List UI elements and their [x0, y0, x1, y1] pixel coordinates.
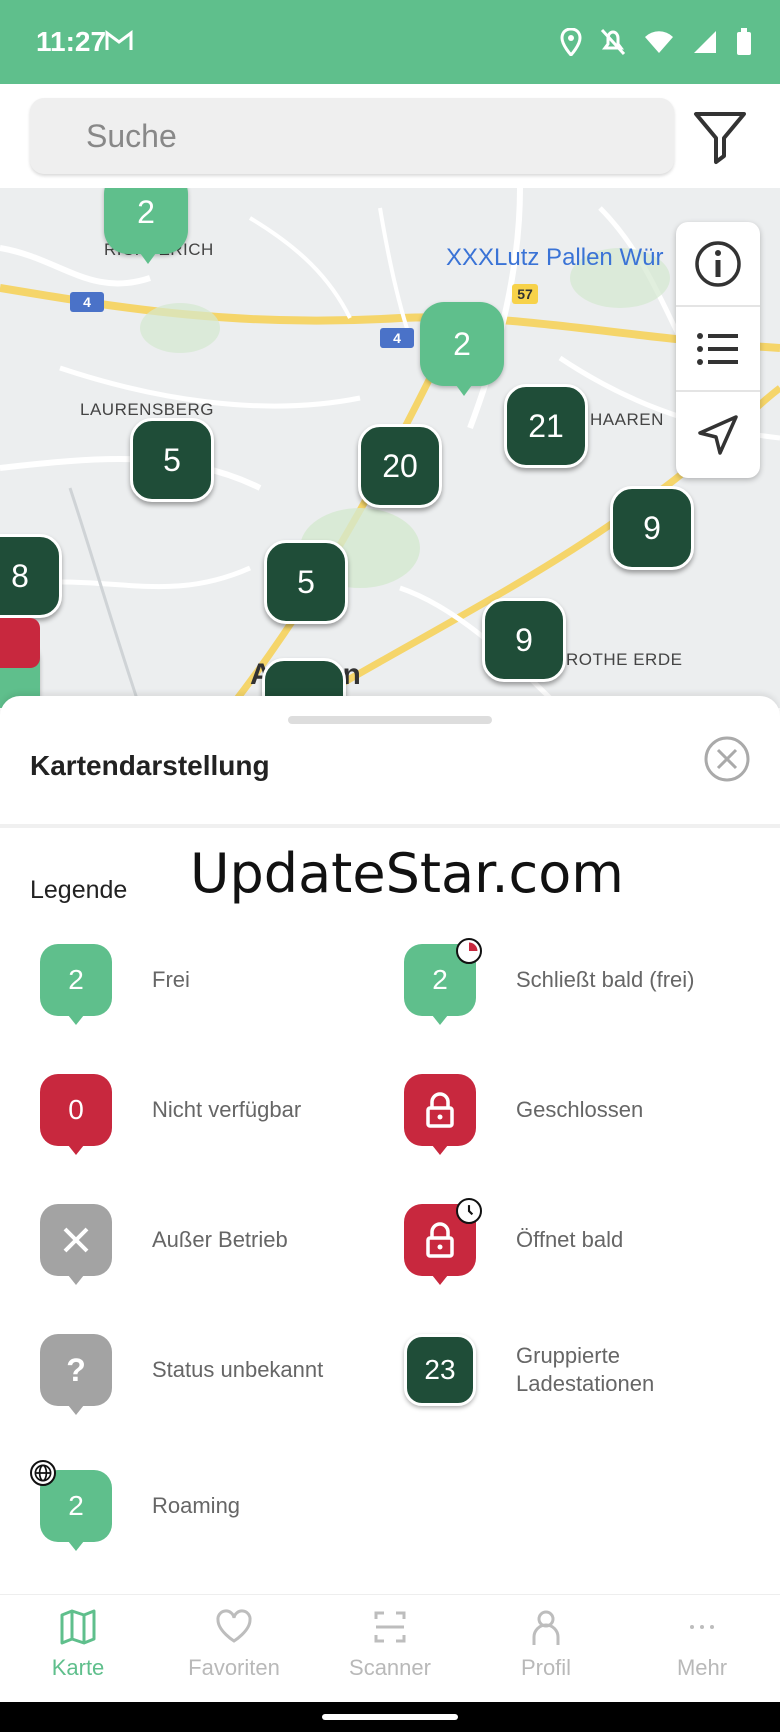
legend-item-grouped: 23 Gruppierte Ladestationen	[394, 1334, 754, 1434]
legend-item-frei: 2 Frei	[30, 944, 390, 1044]
status-bar: 11:27	[0, 0, 780, 84]
legend-marker-cluster: 23	[404, 1334, 476, 1406]
info-button[interactable]	[676, 222, 760, 307]
legend-label: Schließt bald (frei)	[516, 967, 695, 992]
nav-favoriten[interactable]: Favoriten	[156, 1607, 312, 1697]
nav-label: Mehr	[676, 1655, 728, 1680]
map-cluster[interactable]: 5	[130, 418, 214, 502]
nav-mehr[interactable]: Mehr	[624, 1607, 780, 1697]
legend-label: Gruppierte Ladestationen	[516, 1343, 655, 1396]
map-pin-free[interactable]: 2	[104, 188, 188, 264]
nav-karte[interactable]: Karte	[0, 1607, 156, 1697]
location-icon	[560, 28, 582, 56]
legend-item-out-of-service: Außer Betrieb	[30, 1204, 390, 1304]
navigation-arrow-icon	[698, 414, 738, 455]
map-label-rothe-erde: ROTHE ERDE	[566, 650, 683, 669]
nav-label: Profil	[520, 1655, 572, 1680]
map-cluster[interactable]: 20	[358, 424, 442, 508]
gmail-icon	[105, 30, 133, 50]
nav-profil[interactable]: Profil	[468, 1607, 624, 1697]
legend-item-closes-soon: 2 Schließt bald (frei)	[394, 938, 754, 1044]
clock-badge-icon	[456, 1198, 482, 1224]
search-input[interactable]	[30, 98, 674, 174]
scanner-icon	[374, 1611, 406, 1643]
legend-title: Legende	[30, 876, 128, 904]
more-icon	[690, 1625, 714, 1629]
heart-icon	[216, 1609, 252, 1643]
wifi-icon	[645, 31, 673, 53]
route-sign: 4	[380, 328, 414, 348]
route-sign: 57	[512, 284, 538, 304]
legend-marker-out-of-service	[40, 1204, 112, 1285]
legend-marker-unknown: ?	[40, 1334, 112, 1415]
legend-label: Roaming	[152, 1493, 241, 1518]
legend-marker-free: 2	[40, 944, 112, 1025]
legend-label: Geschlossen	[516, 1097, 644, 1122]
profile-icon	[532, 1610, 560, 1645]
map-display-sheet: Kartendarstellung UpdateStar.com Legende…	[0, 696, 780, 1596]
map-label-haaren: HAAREN	[590, 410, 664, 429]
watermark: UpdateStar.com	[190, 842, 624, 905]
sheet-drag-handle[interactable]	[288, 716, 492, 724]
status-icons	[560, 28, 752, 56]
filter-icon[interactable]	[690, 106, 750, 166]
legend-label: Öffnet bald	[516, 1227, 624, 1252]
map-cluster[interactable]: 9	[610, 486, 694, 570]
nav-scanner[interactable]: Scanner	[312, 1607, 468, 1697]
map-cluster[interactable]: 21	[504, 384, 588, 468]
battery-icon	[737, 28, 751, 55]
nav-label: Karte	[51, 1655, 105, 1680]
map-label-laurensberg: LAURENSBERG	[80, 400, 214, 419]
legend-item-closed: Geschlossen	[394, 1074, 754, 1174]
signal-icon	[694, 31, 716, 53]
map-controls	[676, 222, 760, 478]
map-cluster[interactable]: 8	[0, 534, 62, 618]
legend-marker-unavailable: 0	[40, 1074, 112, 1155]
legend-label: Nicht verfügbar	[152, 1097, 302, 1122]
close-icon[interactable]	[702, 734, 752, 784]
map-pin-unavailable[interactable]	[0, 618, 40, 668]
bottom-navigation: Karte Favoriten Scanner Profil Mehr	[0, 1594, 780, 1702]
status-time: 11:27	[36, 26, 107, 57]
lock-icon	[426, 1222, 454, 1258]
map-pin-free[interactable]: 2	[420, 302, 504, 396]
legend-marker-closed	[404, 1074, 476, 1155]
nav-label: Scanner	[349, 1655, 431, 1680]
legend-label: Außer Betrieb	[152, 1227, 288, 1252]
legend-label: Frei	[152, 967, 190, 992]
system-navigation-bar	[0, 1702, 780, 1732]
clock-badge-icon	[456, 938, 482, 964]
list-icon	[697, 332, 738, 365]
search-bar-row	[0, 84, 780, 188]
x-icon	[63, 1227, 89, 1253]
legend-item-opens-soon: Öffnet bald	[394, 1198, 754, 1304]
map-cluster[interactable]: 9	[482, 598, 566, 682]
map-poi-label[interactable]: XXXLutz Pallen Wür	[446, 244, 663, 272]
nav-label: Favoriten	[188, 1655, 280, 1680]
map-cluster[interactable]: 5	[264, 540, 348, 624]
legend-item-status-unknown: ? Status unbekannt	[30, 1334, 390, 1434]
notifications-off-icon	[600, 28, 626, 56]
legend-label: Status unbekannt	[152, 1357, 324, 1382]
lock-icon	[426, 1092, 454, 1128]
info-icon	[695, 240, 741, 287]
route-sign: 4	[70, 292, 104, 312]
legend-item-roaming: 2 Roaming	[30, 1460, 390, 1564]
sheet-title: Kartendarstellung	[30, 750, 270, 781]
map-view[interactable]: RICHTERICH LAURENSBERG HAAREN ROTHE ERDE…	[0, 188, 780, 708]
locate-button[interactable]	[676, 392, 760, 477]
legend-item-unavailable: 0 Nicht verfügbar	[30, 1074, 390, 1174]
list-view-button[interactable]	[676, 307, 760, 392]
home-indicator[interactable]	[322, 1714, 458, 1720]
map-icon	[60, 1609, 96, 1645]
globe-icon	[30, 1460, 56, 1486]
search-box[interactable]	[30, 98, 674, 174]
divider	[0, 824, 780, 828]
